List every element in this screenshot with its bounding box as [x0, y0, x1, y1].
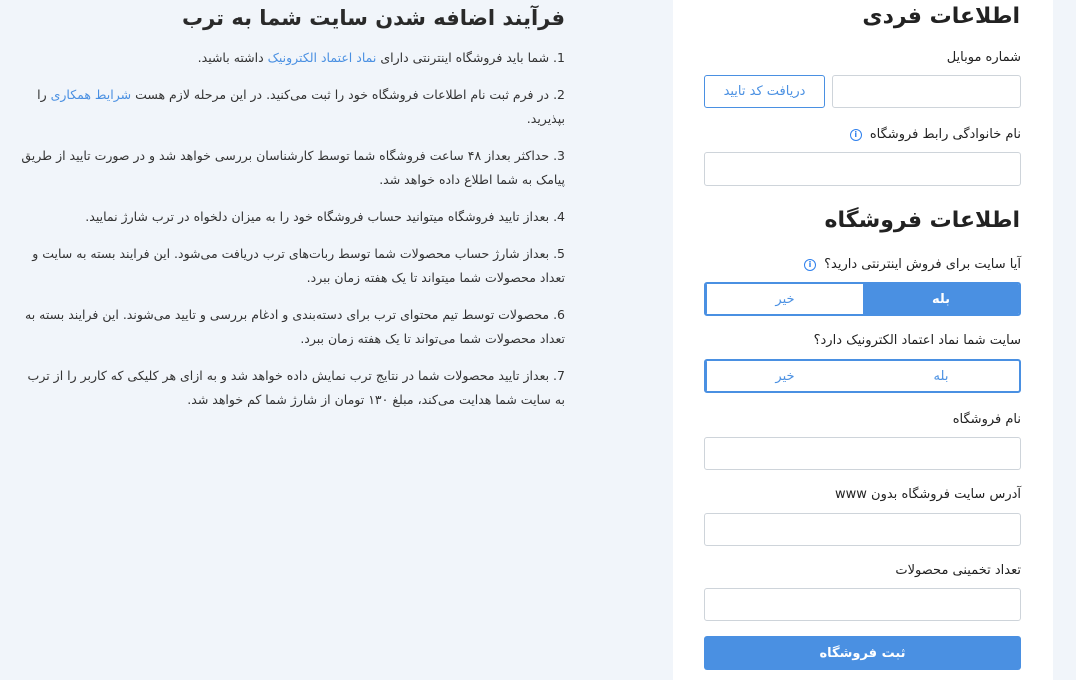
register-shop-button[interactable]: ثبت فروشگاه	[704, 636, 1021, 670]
step-text: 4. بعداز تایید فروشگاه میتوانید حساب فرو…	[85, 209, 565, 224]
enamad-link[interactable]: نماد اعتماد الکترونیک	[268, 50, 377, 65]
step-item: 7. بعداز تایید محصولات شما در نتایج ترب …	[15, 364, 565, 412]
process-title: فرآیند اضافه شدن سایت شما به ترب	[182, 6, 565, 30]
enamad-yes-option[interactable]: بله	[863, 361, 1019, 391]
manager-name-label: نام خانوادگی رابط فروشگاه i	[849, 127, 1021, 142]
step-item: 6. محصولات توسط تیم محتوای ترب برای دسته…	[15, 303, 565, 351]
step-text: 3. حداکثر بعداز ۴۸ ساعت فروشگاه شما توسط…	[21, 148, 565, 187]
products-count-label: تعداد تخمینی محصولات	[895, 563, 1021, 578]
enamad-question: سایت شما نماد اعتماد الکترونیک دارد؟	[813, 333, 1021, 348]
personal-info-heading: اطلاعات فردی	[862, 4, 1020, 29]
step-text: 7. بعداز تایید محصولات شما در نتایج ترب …	[27, 368, 565, 407]
online-shop-toggle: خیر بله	[704, 282, 1021, 316]
step-text: داشته باشید.	[197, 50, 268, 65]
step-item: 2. در فرم ثبت نام اطلاعات فروشگاه خود را…	[15, 83, 565, 131]
products-count-input[interactable]	[704, 588, 1021, 621]
terms-link[interactable]: شرایط همکاری	[51, 87, 132, 102]
step-text: 5. بعداز شارژ حساب محصولات شما توسط ربات…	[32, 246, 565, 285]
online-shop-no-option[interactable]: خیر	[706, 284, 863, 314]
enamad-no-option[interactable]: خیر	[706, 361, 863, 391]
shop-info-heading: اطلاعات فروشگاه	[824, 208, 1020, 233]
online-shop-yes-option[interactable]: بله	[863, 284, 1019, 314]
mobile-label: شماره موبایل	[946, 50, 1021, 65]
step-item: 4. بعداز تایید فروشگاه میتوانید حساب فرو…	[15, 205, 565, 229]
step-text: 2. در فرم ثبت نام اطلاعات فروشگاه خود را…	[131, 87, 565, 102]
manager-name-label-text: نام خانوادگی رابط فروشگاه	[869, 127, 1021, 142]
manager-name-input[interactable]	[704, 152, 1021, 186]
site-address-input[interactable]	[704, 513, 1021, 546]
step-text: 6. محصولات توسط تیم محتوای ترب برای دسته…	[25, 307, 565, 346]
online-shop-question-text: آیا سایت برای فروش اینترنتی دارید؟	[824, 257, 1021, 272]
shop-name-input[interactable]	[704, 437, 1021, 470]
step-item: 3. حداکثر بعداز ۴۸ ساعت فروشگاه شما توسط…	[15, 144, 565, 192]
info-icon[interactable]: i	[804, 258, 816, 271]
process-steps: 1. شما باید فروشگاه اینترنتی دارای نماد …	[15, 46, 565, 412]
enamad-toggle: خیر بله	[704, 359, 1021, 393]
step-text: 1. شما باید فروشگاه اینترنتی دارای	[376, 50, 565, 65]
shop-name-label: نام فروشگاه	[952, 412, 1021, 427]
online-shop-question: آیا سایت برای فروش اینترنتی دارید؟ i	[804, 257, 1021, 272]
get-code-button[interactable]: دریافت کد تایید	[704, 75, 825, 108]
info-icon[interactable]: i	[849, 128, 862, 141]
step-item: 1. شما باید فروشگاه اینترنتی دارای نماد …	[15, 46, 565, 70]
step-item: 5. بعداز شارژ حساب محصولات شما توسط ربات…	[15, 242, 565, 290]
process-section: فرآیند اضافه شدن سایت شما به ترب 1. شما …	[15, 0, 565, 425]
mobile-input[interactable]	[832, 75, 1021, 108]
site-address-label: آدرس سایت فروشگاه بدون www	[835, 487, 1021, 502]
